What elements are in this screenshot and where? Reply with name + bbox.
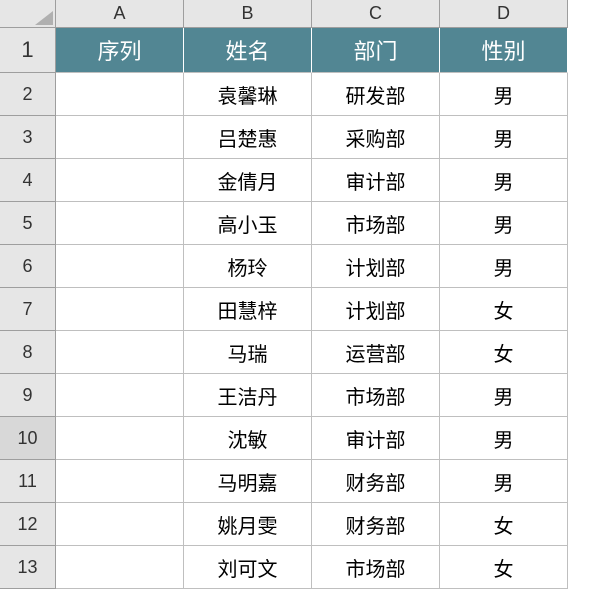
cell-B7[interactable]: 田慧梓 — [184, 288, 312, 331]
cell-A3[interactable] — [56, 116, 184, 159]
header-cell-D[interactable]: 性别 — [440, 28, 568, 73]
select-all-corner[interactable] — [0, 0, 56, 28]
cell-D7[interactable]: 女 — [440, 288, 568, 331]
cell-D5[interactable]: 男 — [440, 202, 568, 245]
row-header-11[interactable]: 11 — [0, 460, 56, 503]
col-header-D[interactable]: D — [440, 0, 568, 28]
cell-C12[interactable]: 财务部 — [312, 503, 440, 546]
cell-A10[interactable] — [56, 417, 184, 460]
col-header-B[interactable]: B — [184, 0, 312, 28]
cell-A13[interactable] — [56, 546, 184, 589]
cell-C11[interactable]: 财务部 — [312, 460, 440, 503]
cell-C6[interactable]: 计划部 — [312, 245, 440, 288]
cell-B11[interactable]: 马明嘉 — [184, 460, 312, 503]
header-cell-A[interactable]: 序列 — [56, 28, 184, 73]
row-header-13[interactable]: 13 — [0, 546, 56, 589]
cell-B12[interactable]: 姚月雯 — [184, 503, 312, 546]
cell-D6[interactable]: 男 — [440, 245, 568, 288]
cell-D12[interactable]: 女 — [440, 503, 568, 546]
cell-C2[interactable]: 研发部 — [312, 73, 440, 116]
cell-D2[interactable]: 男 — [440, 73, 568, 116]
cell-A2[interactable] — [56, 73, 184, 116]
cell-D8[interactable]: 女 — [440, 331, 568, 374]
cell-B9[interactable]: 王洁丹 — [184, 374, 312, 417]
cell-B4[interactable]: 金倩月 — [184, 159, 312, 202]
cell-A12[interactable] — [56, 503, 184, 546]
cell-B5[interactable]: 高小玉 — [184, 202, 312, 245]
cell-A7[interactable] — [56, 288, 184, 331]
cell-C5[interactable]: 市场部 — [312, 202, 440, 245]
cell-D3[interactable]: 男 — [440, 116, 568, 159]
header-cell-C[interactable]: 部门 — [312, 28, 440, 73]
row-header-3[interactable]: 3 — [0, 116, 56, 159]
col-header-A[interactable]: A — [56, 0, 184, 28]
cell-A4[interactable] — [56, 159, 184, 202]
cell-C7[interactable]: 计划部 — [312, 288, 440, 331]
row-header-4[interactable]: 4 — [0, 159, 56, 202]
cell-D13[interactable]: 女 — [440, 546, 568, 589]
cell-C4[interactable]: 审计部 — [312, 159, 440, 202]
cell-D10[interactable]: 男 — [440, 417, 568, 460]
cell-B2[interactable]: 袁馨琳 — [184, 73, 312, 116]
cell-B6[interactable]: 杨玲 — [184, 245, 312, 288]
row-header-12[interactable]: 12 — [0, 503, 56, 546]
spreadsheet-grid[interactable]: ABCD1序列姓名部门性别2袁馨琳研发部男3吕楚惠采购部男4金倩月审计部男5高小… — [0, 0, 594, 589]
row-header-8[interactable]: 8 — [0, 331, 56, 374]
row-header-1[interactable]: 1 — [0, 28, 56, 73]
cell-C13[interactable]: 市场部 — [312, 546, 440, 589]
cell-A6[interactable] — [56, 245, 184, 288]
cell-B13[interactable]: 刘可文 — [184, 546, 312, 589]
cell-C9[interactable]: 市场部 — [312, 374, 440, 417]
header-cell-B[interactable]: 姓名 — [184, 28, 312, 73]
cell-A11[interactable] — [56, 460, 184, 503]
cell-B8[interactable]: 马瑞 — [184, 331, 312, 374]
row-header-5[interactable]: 5 — [0, 202, 56, 245]
cell-B10[interactable]: 沈敏 — [184, 417, 312, 460]
cell-C8[interactable]: 运营部 — [312, 331, 440, 374]
row-header-10[interactable]: 10 — [0, 417, 56, 460]
cell-A9[interactable] — [56, 374, 184, 417]
cell-D4[interactable]: 男 — [440, 159, 568, 202]
cell-C3[interactable]: 采购部 — [312, 116, 440, 159]
cell-C10[interactable]: 审计部 — [312, 417, 440, 460]
row-header-6[interactable]: 6 — [0, 245, 56, 288]
cell-A5[interactable] — [56, 202, 184, 245]
cell-A8[interactable] — [56, 331, 184, 374]
row-header-7[interactable]: 7 — [0, 288, 56, 331]
cell-D11[interactable]: 男 — [440, 460, 568, 503]
row-header-2[interactable]: 2 — [0, 73, 56, 116]
cell-D9[interactable]: 男 — [440, 374, 568, 417]
col-header-C[interactable]: C — [312, 0, 440, 28]
row-header-9[interactable]: 9 — [0, 374, 56, 417]
cell-B3[interactable]: 吕楚惠 — [184, 116, 312, 159]
